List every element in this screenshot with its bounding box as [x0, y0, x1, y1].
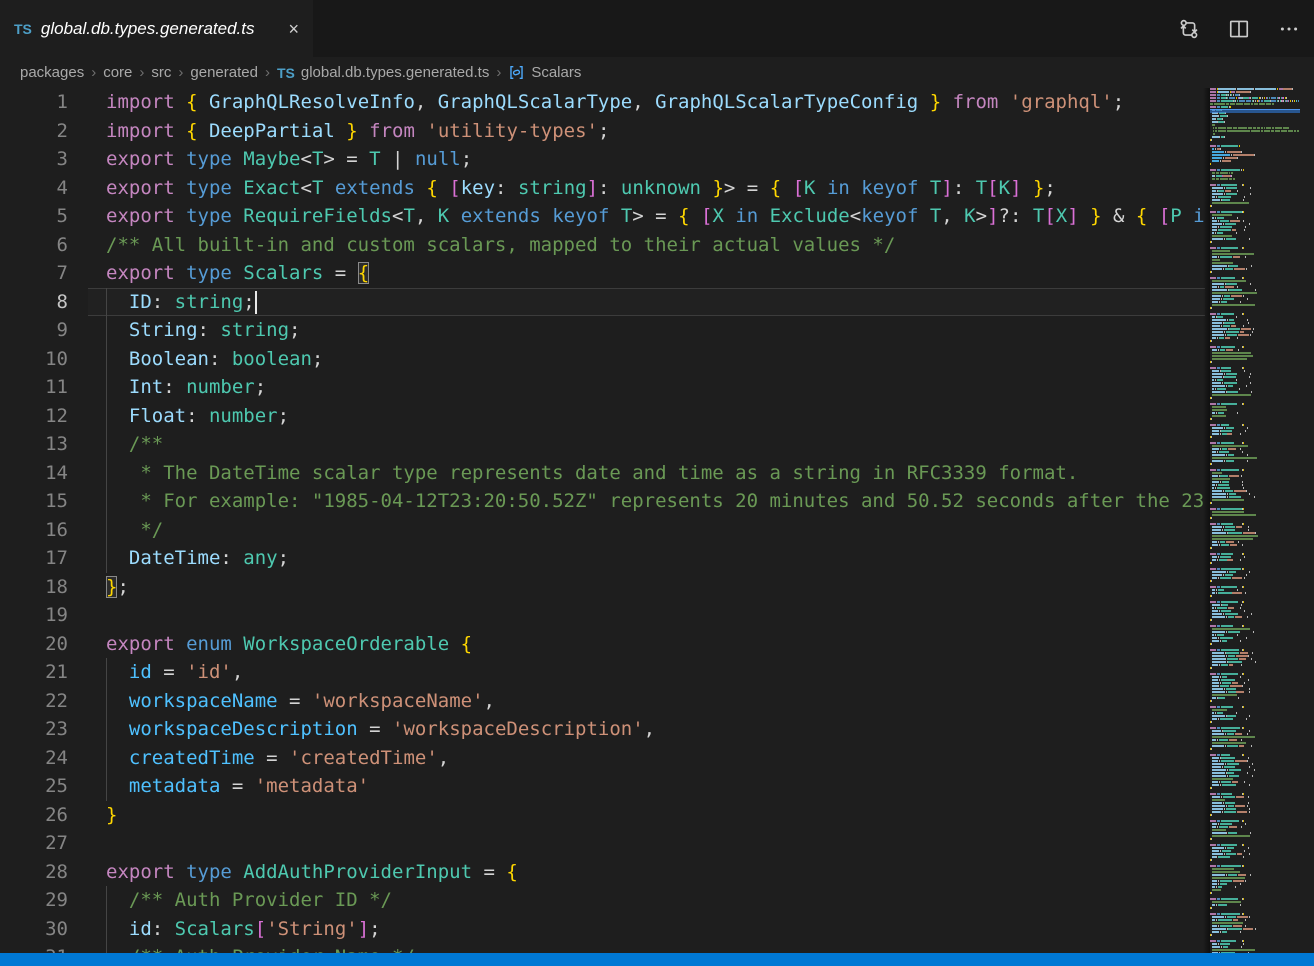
line-number: 5	[0, 202, 68, 231]
code-line[interactable]: import { GraphQLResolveInfo, GraphQLScal…	[0, 88, 1205, 117]
breadcrumb-item-file[interactable]: TS global.db.types.generated.ts	[277, 64, 489, 81]
code-line[interactable]: id: Scalars['String'];	[0, 915, 1205, 944]
line-number: 9	[0, 316, 68, 345]
breadcrumb-separator: ›	[496, 64, 501, 81]
tab-close-icon[interactable]: ×	[284, 18, 303, 40]
line-number: 10	[0, 345, 68, 374]
code-line[interactable]: /**	[0, 430, 1205, 459]
line-number: 24	[0, 744, 68, 773]
editor-actions	[1178, 0, 1300, 57]
breadcrumb-item-core[interactable]: core	[103, 64, 132, 81]
code-line[interactable]: * The DateTime scalar type represents da…	[0, 459, 1205, 488]
breadcrumb-item-packages[interactable]: packages	[20, 64, 84, 81]
code-line[interactable]	[0, 829, 1205, 858]
line-number: 6	[0, 231, 68, 260]
line-number-gutter: 1234567891011121314151617181920212223242…	[0, 88, 68, 953]
line-number: 12	[0, 402, 68, 431]
status-bar	[0, 953, 1314, 966]
code-line[interactable]: export type RequireFields<T, K extends k…	[0, 202, 1205, 231]
breadcrumb-separator: ›	[91, 64, 96, 81]
code-line[interactable]: import { DeepPartial } from 'utility-typ…	[0, 117, 1205, 146]
text-cursor	[255, 291, 257, 314]
line-number: 15	[0, 487, 68, 516]
breadcrumb-item-src[interactable]: src	[151, 64, 171, 81]
line-number: 4	[0, 174, 68, 203]
breadcrumb-item-generated[interactable]: generated	[190, 64, 258, 81]
line-number: 29	[0, 886, 68, 915]
split-editor-icon[interactable]	[1228, 18, 1250, 40]
line-number: 7	[0, 259, 68, 288]
code-line[interactable]: export type AddAuthProviderInput = {	[0, 858, 1205, 887]
line-number: 17	[0, 544, 68, 573]
code-line[interactable]: createdTime = 'createdTime',	[0, 744, 1205, 773]
line-number: 18	[0, 573, 68, 602]
code-line[interactable]: export type Scalars = {	[0, 259, 1205, 288]
line-number: 31	[0, 943, 68, 953]
code-line[interactable]: /** Auth Provider Name */	[0, 943, 1205, 953]
code-line[interactable]: export type Maybe<T> = T | null;	[0, 145, 1205, 174]
code-editor[interactable]: 1234567891011121314151617181920212223242…	[0, 88, 1314, 953]
minimap-current-line	[1210, 109, 1300, 113]
breadcrumb-separator: ›	[139, 64, 144, 81]
typescript-file-icon: TS	[277, 65, 295, 81]
code-line[interactable]: String: string;	[0, 316, 1205, 345]
line-number: 28	[0, 858, 68, 887]
line-number: 26	[0, 801, 68, 830]
line-number: 22	[0, 687, 68, 716]
code-line[interactable]: * For example: "1985-04-12T23:20:50.52Z"…	[0, 487, 1205, 516]
code-line[interactable]: id = 'id',	[0, 658, 1205, 687]
symbol-type-icon	[508, 64, 525, 81]
code-line[interactable]: Boolean: boolean;	[0, 345, 1205, 374]
line-number: 2	[0, 117, 68, 146]
line-number: 20	[0, 630, 68, 659]
line-number: 30	[0, 915, 68, 944]
code-line[interactable]: DateTime: any;	[0, 544, 1205, 573]
minimap-shadow	[1203, 88, 1210, 953]
code-line[interactable]: }	[0, 801, 1205, 830]
breadcrumb-separator: ›	[265, 64, 270, 81]
code-line[interactable]: };	[0, 573, 1205, 602]
line-number: 19	[0, 601, 68, 630]
minimap-row	[1210, 952, 1300, 953]
code-line[interactable]: Float: number;	[0, 402, 1205, 431]
tab-title: global.db.types.generated.ts	[41, 19, 276, 39]
editor-tab[interactable]: TS global.db.types.generated.ts ×	[0, 0, 313, 57]
code-line[interactable]: workspaceName = 'workspaceName',	[0, 687, 1205, 716]
code-line[interactable]: /** Auth Provider ID */	[0, 886, 1205, 915]
minimap[interactable]	[1210, 88, 1300, 953]
breadcrumb-symbol-label: Scalars	[531, 64, 581, 81]
line-number: 25	[0, 772, 68, 801]
line-number: 8	[0, 288, 68, 317]
line-number: 16	[0, 516, 68, 545]
code-line[interactable]: export type Exact<T extends { [key: stri…	[0, 174, 1205, 203]
more-actions-icon[interactable]	[1278, 18, 1300, 40]
line-number: 3	[0, 145, 68, 174]
open-changes-icon[interactable]	[1178, 18, 1200, 40]
line-number: 23	[0, 715, 68, 744]
line-number: 1	[0, 88, 68, 117]
line-number: 21	[0, 658, 68, 687]
breadcrumb-file-label: global.db.types.generated.ts	[301, 64, 489, 81]
code-line[interactable]: workspaceDescription = 'workspaceDescrip…	[0, 715, 1205, 744]
line-number: 13	[0, 430, 68, 459]
breadcrumb-item-symbol[interactable]: Scalars	[508, 64, 581, 81]
breadcrumb-separator: ›	[178, 64, 183, 81]
code-line[interactable]: export enum WorkspaceOrderable {	[0, 630, 1205, 659]
breadcrumb: packages › core › src › generated › TS g…	[0, 57, 1314, 88]
code-line[interactable]: Int: number;	[0, 373, 1205, 402]
tab-bar: TS global.db.types.generated.ts ×	[0, 0, 1314, 57]
code-area[interactable]: import { GraphQLResolveInfo, GraphQLScal…	[0, 88, 1205, 953]
code-line[interactable]: */	[0, 516, 1205, 545]
code-line[interactable]: /** All built-in and custom scalars, map…	[0, 231, 1205, 260]
code-line[interactable]	[0, 601, 1205, 630]
code-line[interactable]: ID: string;	[0, 288, 1205, 317]
line-number: 27	[0, 829, 68, 858]
line-number: 11	[0, 373, 68, 402]
typescript-file-icon: TS	[14, 21, 32, 37]
line-number: 14	[0, 459, 68, 488]
code-line[interactable]: metadata = 'metadata'	[0, 772, 1205, 801]
